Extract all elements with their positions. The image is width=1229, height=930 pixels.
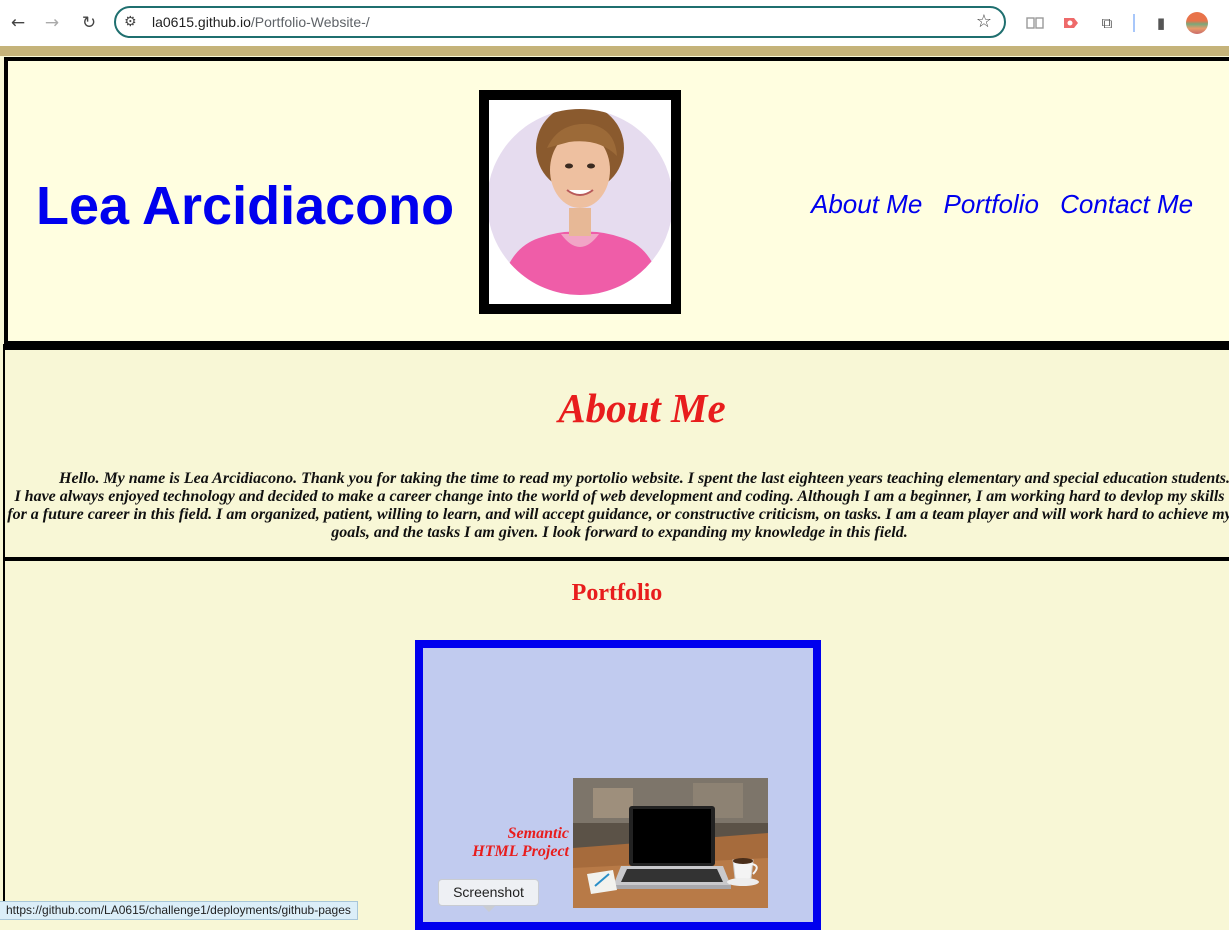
side-panel-icon[interactable]: ▮ [1150, 12, 1172, 34]
site-header: Lea Arcidiacono About Me Portfolio Conta… [4, 57, 1229, 345]
nav-link-portfolio[interactable]: Portfolio [944, 189, 1039, 219]
section-divider [4, 344, 1229, 350]
extensions-puzzle-icon[interactable]: ⧉ [1096, 12, 1118, 34]
profile-photo [479, 90, 681, 314]
reload-icon[interactable]: ↻ [77, 11, 101, 35]
browser-toolbar: ← → ↻ ⚙ la0615.github.io/Portfolio-Websi… [0, 0, 1229, 46]
tooltip-tail [482, 905, 496, 912]
back-icon[interactable]: ← [6, 11, 30, 35]
main-nav: About Me Portfolio Contact Me [811, 189, 1207, 220]
about-paragraph: Hello. My name is Lea Arcidiacono. Thank… [7, 470, 1229, 541]
url-host: la0615.github.io [152, 14, 251, 30]
portfolio-heading: Portfolio [571, 580, 663, 606]
about-heading: About Me [558, 385, 726, 431]
project-label-line2: HTML Project [472, 843, 569, 860]
site-settings-icon[interactable]: ⚙ [124, 14, 137, 30]
screenshot-tooltip: Screenshot [438, 879, 539, 906]
project-link-semantic-html[interactable]: Semantic HTML Project [458, 825, 569, 861]
profile-avatar[interactable] [1186, 12, 1208, 34]
project-label-line1: Semantic [507, 825, 569, 842]
reading-mode-icon[interactable] [1024, 12, 1046, 34]
nav-link-about-me[interactable]: About Me [811, 189, 922, 219]
extension-icon[interactable] [1060, 12, 1082, 34]
toolbar-separator [1133, 14, 1135, 32]
forward-icon[interactable]: → [40, 11, 64, 35]
bookmark-star-icon[interactable]: ☆ [976, 11, 992, 32]
page-top-strip [0, 46, 1229, 56]
status-bar-url: https://github.com/LA0615/challenge1/dep… [0, 901, 358, 920]
url-path: /Portfolio-Website-/ [250, 14, 370, 30]
project-thumbnail-image[interactable] [573, 778, 768, 908]
profile-portrait-image [487, 109, 673, 295]
section-divider-2 [4, 557, 1229, 561]
address-bar[interactable]: ⚙ la0615.github.io/Portfolio-Website-/ ☆ [114, 6, 1006, 38]
url-text[interactable]: la0615.github.io/Portfolio-Website-/ [152, 14, 370, 30]
nav-link-contact-me[interactable]: Contact Me [1060, 189, 1193, 219]
site-name: Lea Arcidiacono [36, 176, 455, 236]
